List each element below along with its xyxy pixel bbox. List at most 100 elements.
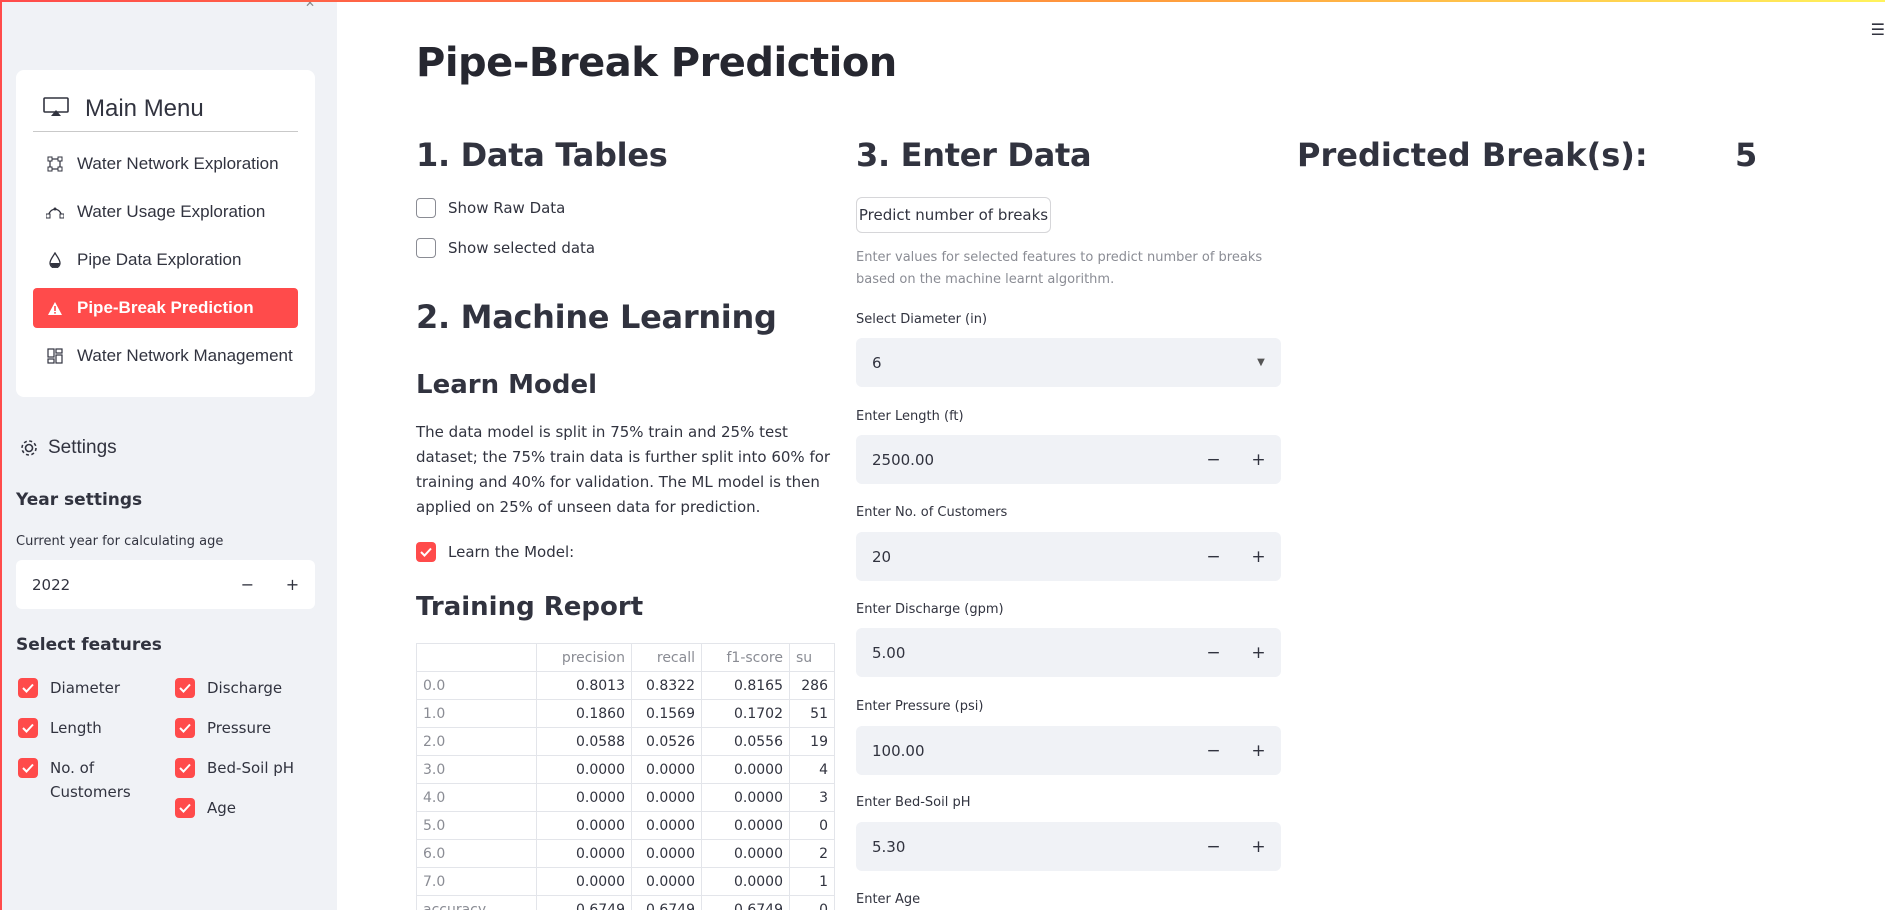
feature-checkbox-diameter[interactable]: Diameter xyxy=(18,676,120,700)
report-row-label: 1.0 xyxy=(416,699,537,728)
feature-checkbox-discharge[interactable]: Discharge xyxy=(175,676,282,700)
diameter-select[interactable]: 6 ▼ xyxy=(856,338,1281,387)
show-raw-data-checkbox[interactable]: Show Raw Data xyxy=(416,196,565,220)
gear-icon xyxy=(18,437,40,459)
report-column-header[interactable]: f1-score xyxy=(701,643,790,672)
feature-checkbox-length[interactable]: Length xyxy=(18,716,102,740)
year-number-input[interactable]: 2022 − + xyxy=(16,560,315,609)
ph-number-input[interactable]: 5.30 − + xyxy=(856,822,1281,871)
report-cell: 0.0000 xyxy=(631,867,702,896)
sidebar-item-pipe-break-prediction[interactable]: Pipe-Break Prediction xyxy=(33,288,298,328)
report-cell: 0.1702 xyxy=(701,699,790,728)
predict-breaks-button[interactable]: Predict number of breaks xyxy=(856,197,1051,233)
feature-checkbox-bed-soil-ph[interactable]: Bed-Soil pH xyxy=(175,756,294,780)
report-cell: 51 xyxy=(789,699,835,728)
training-report-table[interactable]: precision recall f1-score su 0.0 0.8013 0.832… xyxy=(416,643,841,910)
customers-increment-button[interactable]: + xyxy=(1236,547,1281,567)
discharge-label: Enter Discharge (gpm) xyxy=(856,602,1004,617)
warning-icon xyxy=(45,301,65,316)
close-sidebar-icon[interactable]: ✕ xyxy=(305,2,315,10)
report-cell: 0.0000 xyxy=(631,755,702,784)
customers-decrement-button[interactable]: − xyxy=(1191,547,1236,567)
report-cell: 0.0000 xyxy=(631,839,702,868)
ph-decrement-button[interactable]: − xyxy=(1191,837,1236,857)
report-cell: 0.0000 xyxy=(536,783,632,812)
sidebar-item-label: Water Network Exploration xyxy=(77,154,279,173)
pressure-value[interactable]: 100.00 xyxy=(856,742,1191,760)
show-raw-data-label: Show Raw Data xyxy=(448,199,566,217)
age-label: Enter Age xyxy=(856,892,921,907)
main-menu: Main Menu Water Network Exploration Wate… xyxy=(16,70,315,397)
length-increment-button[interactable]: + xyxy=(1236,450,1281,470)
enter-data-help-text: Enter values for selected features to pr… xyxy=(856,250,1263,287)
discharge-increment-button[interactable]: + xyxy=(1236,643,1281,663)
report-row-label: 0.0 xyxy=(416,671,537,700)
checkbox-checked-icon[interactable] xyxy=(175,678,195,698)
report-cell: 0.0000 xyxy=(536,867,632,896)
hamburger-menu-icon[interactable]: ☰ xyxy=(1871,20,1885,39)
report-cell: 0.8322 xyxy=(631,671,702,700)
feature-checkbox-no-of-customers[interactable]: No. of Customers xyxy=(18,756,148,804)
discharge-decrement-button[interactable]: − xyxy=(1191,643,1236,663)
year-decrement-button[interactable]: − xyxy=(225,575,270,594)
customers-value[interactable]: 20 xyxy=(856,548,1191,566)
customers-number-input[interactable]: 20 − + xyxy=(856,532,1281,581)
show-selected-data-label: Show selected data xyxy=(448,239,596,257)
report-cell: 0.0526 xyxy=(631,727,702,756)
report-column-header[interactable]: precision xyxy=(536,643,632,672)
report-column-header[interactable]: su xyxy=(789,643,835,672)
discharge-number-input[interactable]: 5.00 − + xyxy=(856,628,1281,677)
checkbox-unchecked-icon[interactable] xyxy=(416,198,436,218)
year-increment-button[interactable]: + xyxy=(270,575,315,594)
report-cell: 0.0556 xyxy=(701,727,790,756)
main-menu-title: Main Menu xyxy=(85,94,204,122)
feature-checkbox-pressure[interactable]: Pressure xyxy=(175,716,271,740)
report-cell: 0.0588 xyxy=(536,727,632,756)
bounding-box-icon xyxy=(45,156,65,172)
sidebar: ✕ Main Menu Water Network Exploration Wa… xyxy=(2,2,337,910)
checkbox-checked-icon[interactable] xyxy=(175,758,195,778)
sidebar-item-label: Pipe-Break Prediction xyxy=(77,298,254,317)
checkbox-unchecked-icon[interactable] xyxy=(416,238,436,258)
sidebar-item-water-network-management[interactable]: Water Network Management xyxy=(33,336,298,376)
table-row: 2.0 0.0588 0.0526 0.0556 19 xyxy=(416,727,835,756)
report-row-label: 2.0 xyxy=(416,727,537,756)
checkbox-checked-icon[interactable] xyxy=(18,678,38,698)
pressure-increment-button[interactable]: + xyxy=(1236,741,1281,761)
ph-increment-button[interactable]: + xyxy=(1236,837,1281,857)
report-cell: 0.6749 xyxy=(631,895,702,910)
sidebar-item-water-network-exploration[interactable]: Water Network Exploration xyxy=(33,144,298,184)
length-value[interactable]: 2500.00 xyxy=(856,451,1191,469)
report-cell: 0.0000 xyxy=(701,811,790,840)
sidebar-item-label: Water Usage Exploration xyxy=(77,202,266,221)
report-column-header[interactable] xyxy=(416,643,537,672)
chevron-down-icon[interactable]: ▼ xyxy=(1241,357,1281,368)
checkbox-checked-icon[interactable] xyxy=(175,798,195,818)
checkbox-checked-icon[interactable] xyxy=(175,718,195,738)
bezier-icon xyxy=(45,205,65,219)
checkbox-checked-icon[interactable] xyxy=(18,758,38,778)
sidebar-item-water-usage-exploration[interactable]: Water Usage Exploration xyxy=(33,192,298,232)
table-row: 0.0 0.8013 0.8322 0.8165 286 xyxy=(416,671,835,700)
learn-model-checkbox[interactable]: Learn the Model: xyxy=(416,540,574,564)
report-table: precision recall f1-score su 0.0 0.8013 0.832… xyxy=(416,643,835,910)
discharge-value[interactable]: 5.00 xyxy=(856,644,1191,662)
learn-model-label: Learn the Model: xyxy=(448,543,575,561)
length-decrement-button[interactable]: − xyxy=(1191,450,1236,470)
pressure-number-input[interactable]: 100.00 − + xyxy=(856,726,1281,775)
table-row: 6.0 0.0000 0.0000 0.0000 2 xyxy=(416,839,835,868)
feature-checkbox-age[interactable]: Age xyxy=(175,796,236,820)
checkbox-checked-icon[interactable] xyxy=(18,718,38,738)
year-value[interactable]: 2022 xyxy=(16,576,225,594)
pressure-decrement-button[interactable]: − xyxy=(1191,741,1236,761)
show-selected-data-checkbox[interactable]: Show selected data xyxy=(416,236,595,260)
report-column-header[interactable]: recall xyxy=(631,643,702,672)
pressure-label: Enter Pressure (psi) xyxy=(856,699,984,714)
ph-value[interactable]: 5.30 xyxy=(856,838,1191,856)
sidebar-item-pipe-data-exploration[interactable]: Pipe Data Exploration xyxy=(33,240,298,280)
report-cell: 0.1860 xyxy=(536,699,632,728)
data-tables-heading: 1. Data Tables xyxy=(416,136,668,174)
checkbox-checked-icon[interactable] xyxy=(416,542,436,562)
length-number-input[interactable]: 2500.00 − + xyxy=(856,435,1281,484)
report-cell: 286 xyxy=(789,671,835,700)
